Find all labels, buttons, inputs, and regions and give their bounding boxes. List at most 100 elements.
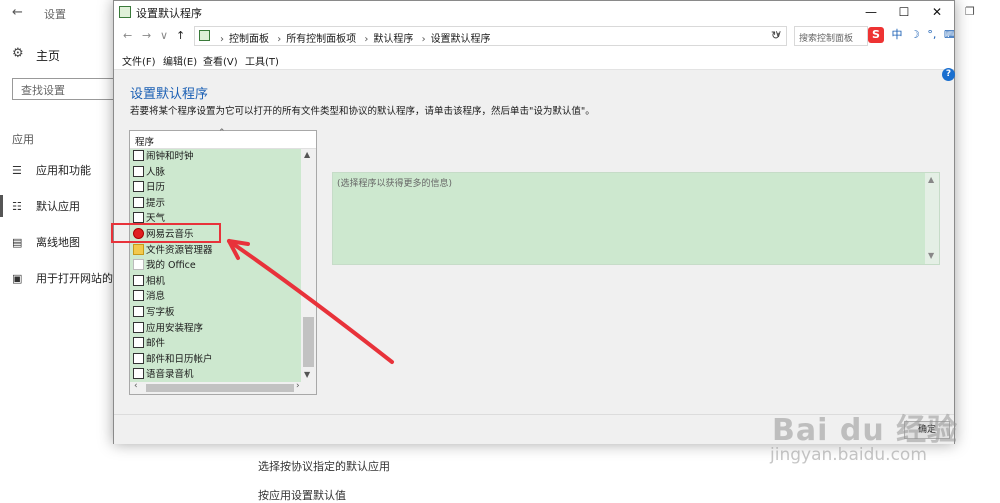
restore-icon[interactable]: ❐ (965, 5, 975, 18)
menu-file[interactable]: 文件(F) (122, 53, 156, 68)
forward-icon[interactable]: → (142, 29, 151, 42)
list-item[interactable]: 写字板 (130, 305, 301, 321)
scroll-down-icon[interactable]: ▼ (304, 370, 310, 379)
watermark-brand: Bai du 经验 (772, 413, 959, 448)
folder-icon (133, 243, 144, 255)
scroll-up-icon[interactable]: ▲ (304, 150, 310, 159)
link-protocol-defaults[interactable]: 选择按协议指定的默认应用 (258, 458, 390, 474)
list-item-label: 邮件 (146, 338, 166, 350)
nav-item-apps-features[interactable]: ☰ 应用和功能 (12, 162, 91, 178)
settings-title: 设置 (44, 8, 66, 21)
chevron-right-icon: › (364, 34, 369, 45)
watermark-url: jingyan.baidu.com (770, 445, 927, 465)
list-item-label: 提示 (146, 197, 166, 209)
up-icon[interactable]: ↑ (176, 29, 185, 42)
nav-item-default-apps[interactable]: ☷ 默认应用 (12, 198, 80, 214)
address-row: ← → ∨ ↑ › 控制面板 › 所有控制面板项 › 默认程序 › 设置默认程序 ∨ ↻… (114, 23, 954, 49)
tips-icon (133, 196, 144, 208)
breadcrumb-item[interactable]: 设置默认程序 (431, 34, 491, 45)
list-item-label: 日历 (146, 182, 166, 194)
window-title: 设置默认程序 (136, 7, 202, 20)
weather-icon (133, 212, 144, 224)
settings-icon (133, 352, 144, 364)
message-icon (133, 290, 144, 302)
office-icon (133, 259, 144, 271)
nav-item-web-apps[interactable]: ▣ 用于打开网站的 (12, 270, 113, 286)
control-panel-search-input[interactable]: 搜索控制面板 (794, 26, 868, 46)
info-scrollbar[interactable]: ▲ ▼ (925, 173, 939, 264)
list-item-label: 闹钟和时钟 (146, 151, 194, 162)
list-item-label: 语音录音机 (146, 369, 194, 381)
sort-up-icon: ⌃ (218, 128, 226, 138)
refresh-icon[interactable]: ↻ (771, 29, 780, 42)
back-arrow-icon[interactable]: ← (12, 5, 23, 20)
recorder-icon (133, 368, 144, 380)
settings-search-input[interactable]: 查找设置 (12, 78, 122, 100)
scroll-thumb[interactable] (303, 317, 314, 367)
gear-icon: ⚙ (12, 46, 24, 61)
list-item[interactable]: 闹钟和时钟 (130, 149, 301, 165)
close-button[interactable]: ✕ (922, 3, 952, 21)
recent-dropdown-icon[interactable]: ∨ (160, 29, 168, 42)
scroll-up-icon[interactable]: ▲ (928, 175, 934, 184)
mail-icon (133, 337, 144, 349)
breadcrumb-item[interactable]: 控制面板 (229, 34, 269, 45)
control-panel-icon (119, 6, 131, 18)
control-panel-icon (199, 30, 210, 41)
list-item-label: 人脉 (146, 166, 166, 178)
nav-item-offline-maps[interactable]: ▤ 离线地图 (12, 234, 80, 250)
list-item[interactable]: 提示 (130, 196, 301, 212)
people-icon (133, 165, 144, 177)
title-bar: 设置默认程序 — ☐ ✕ (114, 1, 954, 23)
scroll-down-icon[interactable]: ▼ (928, 251, 934, 260)
help-icon[interactable]: ? (942, 68, 955, 81)
breadcrumb: › 控制面板 › 所有控制面板项 › 默认程序 › 设置默认程序 (215, 30, 491, 45)
moon-icon[interactable]: ☽ (910, 28, 920, 41)
list-item[interactable]: 文件资源管理器 (130, 243, 301, 259)
info-text: (选择程序以获得更多的信息) (337, 179, 453, 189)
ime-lang[interactable]: 中 (892, 28, 903, 41)
breadcrumb-item[interactable]: 默认程序 (373, 34, 413, 45)
breadcrumb-item[interactable]: 所有控制面板项 (286, 34, 356, 45)
list-horizontal-scrollbar[interactable]: ‹ › (130, 381, 316, 394)
list-item[interactable]: 人脉 (130, 165, 301, 181)
menu-bar: 文件(F) 编辑(E) 查看(V) 工具(T) (114, 49, 954, 70)
list-item[interactable]: 我的 Office (130, 258, 301, 274)
scroll-thumb[interactable] (146, 384, 294, 392)
ime-toolbar[interactable]: S 中 ☽ °, ⌨ ♣ 全 简 (868, 25, 954, 47)
list-vertical-scrollbar[interactable]: ▲ ▼ (301, 149, 316, 382)
minimize-button[interactable]: — (856, 3, 886, 21)
list-item-label: 写字板 (146, 306, 175, 318)
list-item[interactable]: 语音录音机 (130, 367, 301, 382)
set-default-programs-dialog: 设置默认程序 — ☐ ✕ ← → ∨ ↑ › 控制面板 › 所有控制面板项 › 默认程… (113, 0, 955, 444)
keyboard-icon[interactable]: ⌨ (944, 28, 954, 41)
column-header-programs[interactable]: 程序 (135, 134, 154, 148)
list-item[interactable]: 邮件 (130, 336, 301, 352)
menu-edit[interactable]: 编辑(E) (163, 53, 197, 68)
list-item[interactable]: 日历 (130, 180, 301, 196)
punctuation-icon[interactable]: °, (927, 28, 936, 41)
list-item-label: 消息 (146, 291, 166, 303)
address-bar[interactable]: › 控制面板 › 所有控制面板项 › 默认程序 › 设置默认程序 ∨ (194, 26, 787, 46)
menu-tools[interactable]: 工具(T) (245, 53, 279, 68)
list-item[interactable]: 邮件和日历帐户 (130, 352, 301, 368)
maximize-button[interactable]: ☐ (889, 3, 919, 21)
wordpad-icon (133, 305, 144, 317)
page-title: 设置默认程序 (130, 87, 209, 102)
home-link[interactable]: 主页 (36, 47, 60, 64)
scroll-left-icon[interactable]: ‹ (134, 381, 138, 391)
chevron-right-icon: › (277, 34, 282, 45)
list-header[interactable]: 程序 ⌃ (130, 128, 316, 149)
list-icon: ☰ (12, 164, 22, 177)
link-app-defaults[interactable]: 按应用设置默认值 (258, 487, 346, 503)
web-icon: ▣ (12, 272, 23, 285)
default-apps-icon: ☷ (12, 200, 22, 213)
menu-view[interactable]: 查看(V) (203, 53, 238, 68)
list-item[interactable]: 相机 (130, 274, 301, 290)
sogou-icon[interactable]: S (868, 27, 884, 43)
scroll-right-icon[interactable]: › (296, 381, 300, 391)
programs-list[interactable]: 程序 ⌃ 闹钟和时钟 人脉 日历 提示 天气 网易云音乐 文件资源管理器 我的 … (129, 128, 317, 395)
back-icon[interactable]: ← (123, 29, 132, 42)
list-item[interactable]: 应用安装程序 (130, 321, 301, 337)
list-item[interactable]: 消息 (130, 289, 301, 305)
